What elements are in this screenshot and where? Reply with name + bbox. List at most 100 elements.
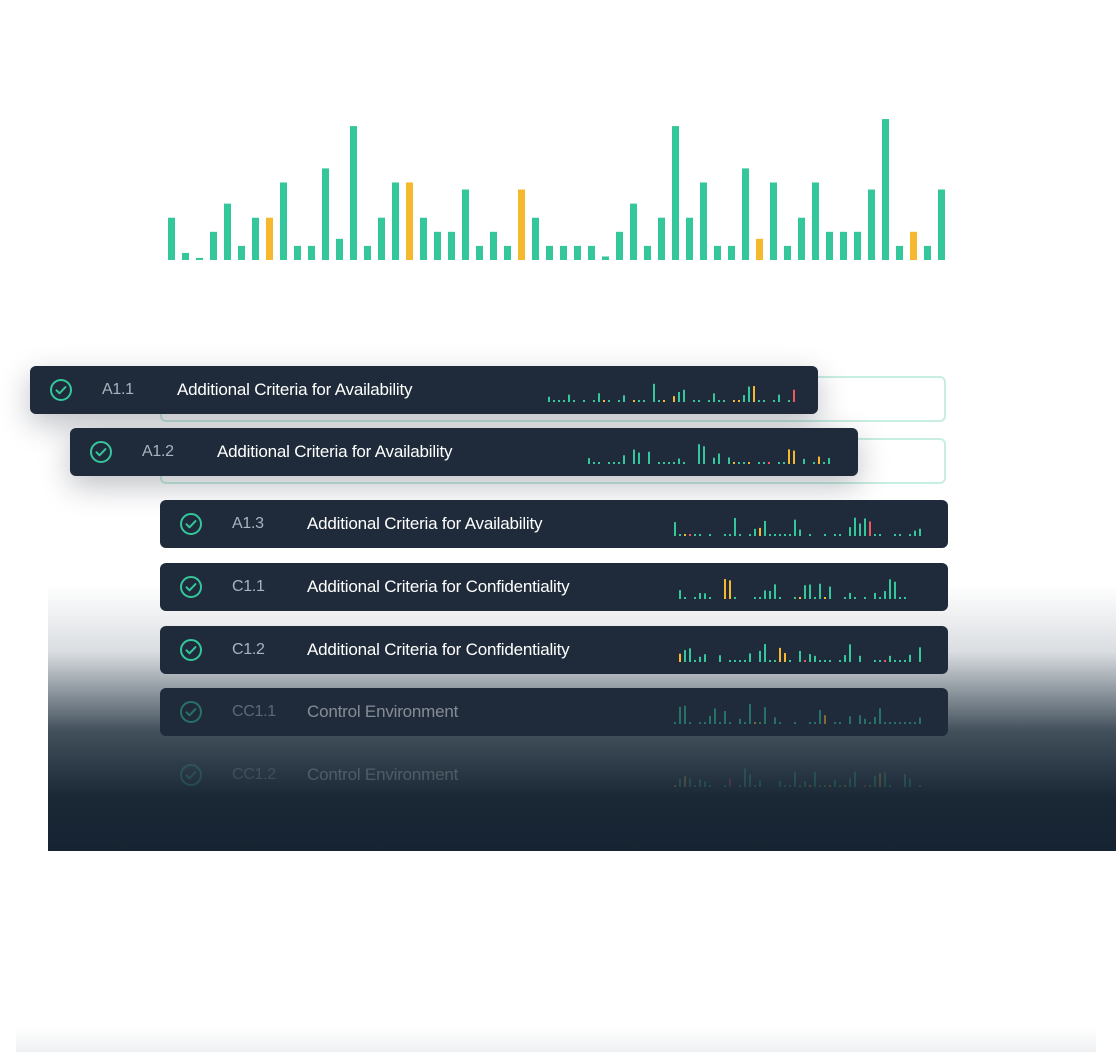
spark-bar	[553, 400, 555, 402]
chart-bar	[714, 245, 721, 260]
spark-bar	[749, 653, 751, 662]
spark-bar	[819, 785, 821, 787]
chart-bar	[756, 238, 763, 260]
spark-bar	[663, 462, 665, 464]
chart-bar	[350, 126, 357, 260]
spark-bar	[618, 462, 620, 464]
spark-bar	[814, 722, 816, 724]
sparkline	[674, 768, 921, 787]
chart-bar	[602, 256, 609, 260]
spark-bar	[814, 655, 816, 662]
control-row[interactable]: A1.2 Additional Criteria for Availabilit…	[70, 428, 858, 476]
spark-bar	[909, 534, 911, 536]
spark-bar	[864, 597, 866, 599]
spark-bar	[849, 592, 851, 599]
control-code: A1.1	[102, 381, 134, 398]
spark-bar	[788, 400, 790, 402]
check-circle-icon	[90, 441, 112, 463]
spark-bar	[859, 655, 861, 662]
spark-bar	[658, 462, 660, 464]
spark-bar	[839, 534, 841, 536]
spark-bar	[834, 534, 836, 536]
spark-bar	[593, 400, 595, 402]
spark-bar	[799, 597, 801, 599]
chart-bar	[658, 217, 665, 260]
spark-bar	[684, 650, 686, 662]
chart-bar	[924, 245, 931, 260]
spark-bar	[703, 446, 705, 464]
chart-bar	[742, 168, 749, 260]
control-row[interactable]: C1.2 Additional Criteria for Confidentia…	[160, 626, 948, 674]
control-row[interactable]: A1.3 Additional Criteria for Availabilit…	[160, 500, 948, 548]
spark-bar	[608, 400, 610, 402]
spark-bar	[759, 780, 761, 787]
spark-bar	[799, 650, 801, 662]
control-title: Additional Criteria for Confidentiality	[307, 577, 570, 596]
chart-bar	[308, 245, 315, 260]
chart-bar	[406, 182, 413, 260]
spark-bar	[814, 771, 816, 787]
spark-bar	[854, 771, 856, 787]
check-circle-icon	[50, 379, 72, 401]
spark-bar	[738, 400, 740, 402]
spark-bar	[749, 534, 751, 536]
spark-bar	[633, 449, 635, 464]
chart-bar	[896, 245, 903, 260]
spark-bar	[794, 597, 796, 599]
spark-bar	[874, 534, 876, 536]
spark-bar	[734, 660, 736, 662]
spark-bar	[724, 710, 726, 724]
control-row[interactable]: A1.1 Additional Criteria for Availabilit…	[30, 366, 818, 414]
chart-bar	[546, 245, 553, 260]
spark-bar	[679, 590, 681, 599]
chart-bar	[378, 217, 385, 260]
spark-bar	[828, 458, 830, 464]
chart-bar	[490, 231, 497, 260]
spark-bar	[738, 462, 740, 464]
spark-bar	[914, 530, 916, 536]
control-row[interactable]: C1.1 Additional Criteria for Confidentia…	[160, 563, 948, 611]
spark-bar	[719, 722, 721, 724]
control-row[interactable]: CC1.2 Control Environment	[160, 751, 948, 799]
spark-bar	[889, 579, 891, 599]
spark-bar	[759, 650, 761, 662]
chart-bar	[644, 245, 651, 260]
sparkline	[679, 579, 906, 599]
chart-bar	[630, 203, 637, 260]
spark-bar	[729, 660, 731, 662]
spark-bar	[803, 458, 805, 464]
chart-bar	[252, 217, 259, 260]
spark-bar	[824, 597, 826, 599]
spark-bar	[679, 653, 681, 662]
spark-bar	[608, 462, 610, 464]
spark-bar	[904, 660, 906, 662]
spark-bar	[909, 778, 911, 787]
spark-bar	[739, 718, 741, 724]
spark-bar	[894, 722, 896, 724]
control-title: Additional Criteria for Availability	[307, 514, 543, 533]
chart-bar	[420, 217, 427, 260]
control-row[interactable]: CC1.1 Control Environment	[160, 688, 948, 736]
spark-bar	[704, 654, 706, 662]
spark-bar	[819, 660, 821, 662]
spark-bar	[713, 393, 715, 402]
sparkline	[674, 704, 921, 724]
spark-bar	[823, 462, 825, 464]
spark-bar	[764, 520, 766, 536]
spark-bar	[729, 534, 731, 536]
spark-bar	[793, 450, 795, 464]
spark-bar	[834, 722, 836, 724]
chart-bar	[280, 182, 287, 260]
spark-bar	[743, 395, 745, 402]
spark-bar	[774, 717, 776, 724]
spark-bar	[904, 722, 906, 724]
chart-bar	[560, 245, 567, 260]
spark-bar	[889, 655, 891, 662]
spark-bar	[874, 660, 876, 662]
chart-bar	[238, 245, 245, 260]
spark-bar	[694, 597, 696, 599]
control-title: Additional Criteria for Confidentiality	[307, 640, 570, 659]
spark-bar	[718, 400, 720, 402]
spark-bar	[558, 400, 560, 402]
spark-bar	[794, 772, 796, 787]
